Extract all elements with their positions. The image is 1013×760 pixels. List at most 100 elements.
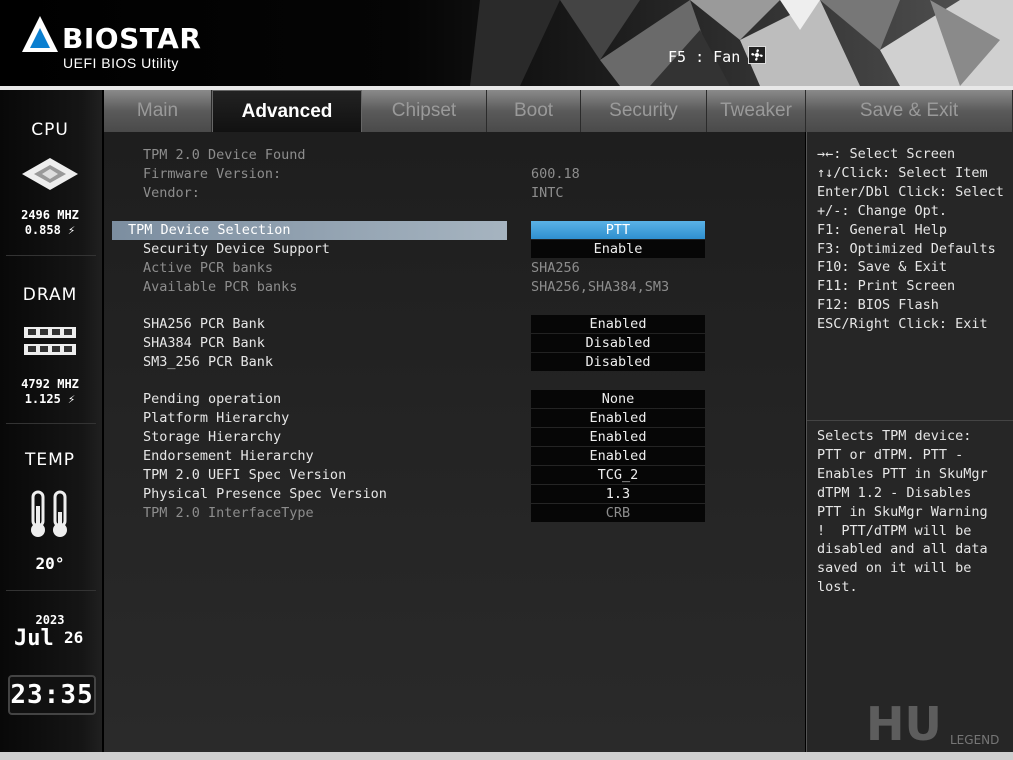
- setting-option-sm3-256-pcr-bank[interactable]: Disabled: [531, 353, 705, 371]
- watermark-text: LEGEND: [950, 733, 999, 747]
- temp-label: TEMP: [24, 450, 76, 470]
- sidebar-divider: [6, 423, 96, 424]
- setting-label: TPM 2.0 UEFI Spec Version: [143, 467, 347, 483]
- sidebar-divider: [6, 255, 96, 256]
- app-subtitle: UEFI BIOS Utility: [63, 55, 179, 71]
- key-help-line: F10: Save & Exit: [817, 259, 948, 276]
- key-help-line: +/-: Change Opt.: [817, 202, 948, 219]
- hwlegend-watermark-icon: HU LEGEND: [866, 697, 999, 751]
- sidebar-divider: [6, 590, 96, 591]
- setting-label: Platform Hierarchy: [143, 410, 290, 426]
- setting-row-physical-presence-spec-version[interactable]: Physical Presence Spec Version 1.3: [104, 485, 805, 504]
- key-help-line: Enter/Dbl Click: Select: [817, 183, 1004, 200]
- cpu-frequency: 2496 MHZ: [21, 208, 79, 222]
- setting-row-active-pcr-banks: Active PCR banks SHA256: [104, 259, 805, 278]
- key-help-line: ↑↓/Click: Select Item: [817, 164, 988, 181]
- setting-row-tpm-2-0-device-found: TPM 2.0 Device Found: [104, 146, 805, 165]
- setting-option-sha256-pcr-bank[interactable]: Enabled: [531, 315, 705, 333]
- fan-shortcut-label[interactable]: F5 : Fan: [668, 48, 740, 66]
- setting-label: Pending operation: [143, 391, 282, 407]
- clock-display: 23:35: [8, 675, 96, 715]
- tab-save-exit[interactable]: Save & Exit: [806, 90, 1013, 132]
- footer-bar: [0, 752, 1013, 760]
- setting-option-security-device-support[interactable]: Enable: [531, 240, 705, 258]
- setting-readonly-value: 600.18: [531, 166, 580, 182]
- brand-name: BIOSTAR: [62, 22, 202, 55]
- setting-option-pending-operation[interactable]: None: [531, 390, 705, 408]
- dram-frequency: 4792 MHZ: [21, 377, 79, 391]
- key-help-line: F3: Optimized Defaults: [817, 240, 996, 257]
- status-sidebar: CPU 2496 MHZ 0.858 ⚡ DRAM 4792 MHZ 1.125…: [0, 90, 102, 752]
- tab-chipset[interactable]: Chipset: [362, 90, 487, 132]
- help-panel: →←: Select Screen ↑↓/Click: Select Item En…: [806, 132, 1013, 752]
- tab-main[interactable]: Main: [104, 90, 212, 132]
- tab-advanced[interactable]: Advanced: [212, 90, 362, 132]
- setting-label: SHA256 PCR Bank: [143, 316, 265, 332]
- setting-row-pending-operation[interactable]: Pending operation None: [104, 390, 805, 409]
- setting-row-tpm-device-selection[interactable]: TPM Device Selection PTT: [104, 221, 805, 240]
- temp-value: 20°: [35, 554, 65, 573]
- settings-panel: TPM 2.0 Device Found Firmware Version: 600…: [104, 132, 805, 752]
- setting-option-tpm-2-0-interfacetype: CRB: [531, 504, 705, 522]
- key-help-line: →←: Select Screen: [817, 146, 956, 162]
- setting-row-firmware-version: Firmware Version: 600.18: [104, 165, 805, 184]
- item-help-line: disabled and all data: [817, 541, 988, 558]
- setting-label: SM3_256 PCR Bank: [143, 354, 274, 370]
- cpu-icon: [22, 158, 78, 190]
- setting-label: Vendor:: [143, 185, 200, 201]
- setting-row-platform-hierarchy[interactable]: Platform Hierarchy Enabled: [104, 409, 805, 428]
- setting-option-endorsement-hierarchy[interactable]: Enabled: [531, 447, 705, 465]
- setting-row-sha384-pcr-bank[interactable]: SHA384 PCR Bank Disabled: [104, 334, 805, 353]
- thermometer-icon: [31, 490, 67, 537]
- fan-icon[interactable]: [748, 46, 766, 64]
- tab-boot[interactable]: Boot: [487, 90, 581, 132]
- setting-option-platform-hierarchy[interactable]: Enabled: [531, 409, 705, 427]
- setting-label: TPM 2.0 InterfaceType: [143, 505, 314, 521]
- setting-label: SHA384 PCR Bank: [143, 335, 265, 351]
- setting-label: TPM Device Selection: [128, 222, 291, 238]
- dram-voltage: 1.125 ⚡: [24, 392, 76, 406]
- setting-row-tpm-2-0-uefi-spec-version[interactable]: TPM 2.0 UEFI Spec Version TCG_2: [104, 466, 805, 485]
- dram-icon: [24, 327, 76, 355]
- cpu-label: CPU: [31, 120, 69, 140]
- watermark-mark: HU: [866, 697, 942, 751]
- setting-label: Available PCR banks: [143, 279, 298, 295]
- setting-readonly-value: SHA256,SHA384,SM3: [531, 279, 670, 295]
- date-day: 26: [64, 628, 84, 647]
- key-help-line: F11: Print Screen: [817, 278, 956, 295]
- item-help-line: PTT or dTPM. PTT -: [817, 446, 964, 463]
- item-help-line: dTPM 1.2 - Disables: [817, 484, 972, 501]
- setting-option-tpm-2-0-uefi-spec-version[interactable]: TCG_2: [531, 466, 705, 484]
- setting-row-endorsement-hierarchy[interactable]: Endorsement Hierarchy Enabled: [104, 447, 805, 466]
- setting-readonly-value: INTC: [531, 185, 564, 201]
- setting-label: Firmware Version:: [143, 166, 282, 182]
- item-help-line: ! PTT/dTPM will be: [817, 522, 972, 539]
- key-help-line: F1: General Help: [817, 221, 948, 238]
- setting-option-tpm-device-selection[interactable]: PTT: [531, 221, 705, 239]
- setting-option-storage-hierarchy[interactable]: Enabled: [531, 428, 705, 446]
- item-help-line: Selects TPM device:: [817, 428, 972, 444]
- setting-row-available-pcr-banks: Available PCR banks SHA256,SHA384,SM3: [104, 278, 805, 297]
- setting-label: Storage Hierarchy: [143, 429, 282, 445]
- header-banner: BIOSTAR UEFI BIOS Utility F5 : Fan: [0, 0, 1013, 86]
- setting-label: Security Device Support: [143, 241, 330, 257]
- setting-label: Physical Presence Spec Version: [143, 486, 387, 502]
- setting-row-security-device-support[interactable]: Security Device Support Enable: [104, 240, 805, 259]
- dram-label: DRAM: [22, 285, 78, 305]
- item-help-line: lost.: [817, 579, 858, 596]
- setting-label: Endorsement Hierarchy: [143, 448, 314, 464]
- setting-readonly-value: SHA256: [531, 260, 580, 276]
- setting-label: TPM 2.0 Device Found: [143, 147, 306, 163]
- setting-row-sha256-pcr-bank[interactable]: SHA256 PCR Bank Enabled: [104, 315, 805, 334]
- setting-option-sha384-pcr-bank[interactable]: Disabled: [531, 334, 705, 352]
- setting-row-storage-hierarchy[interactable]: Storage Hierarchy Enabled: [104, 428, 805, 447]
- tab-tweaker[interactable]: Tweaker: [707, 90, 806, 132]
- key-help-line: F12: BIOS Flash: [817, 297, 939, 314]
- setting-option-physical-presence-spec-version[interactable]: 1.3: [531, 485, 705, 503]
- help-divider: [807, 420, 1013, 421]
- setting-row-vendor: Vendor: INTC: [104, 184, 805, 203]
- date-month: Jul: [14, 626, 54, 651]
- setting-row-sm3-256-pcr-bank[interactable]: SM3_256 PCR Bank Disabled: [104, 353, 805, 372]
- tab-security[interactable]: Security: [581, 90, 707, 132]
- item-help-line: saved on it will be: [817, 560, 972, 577]
